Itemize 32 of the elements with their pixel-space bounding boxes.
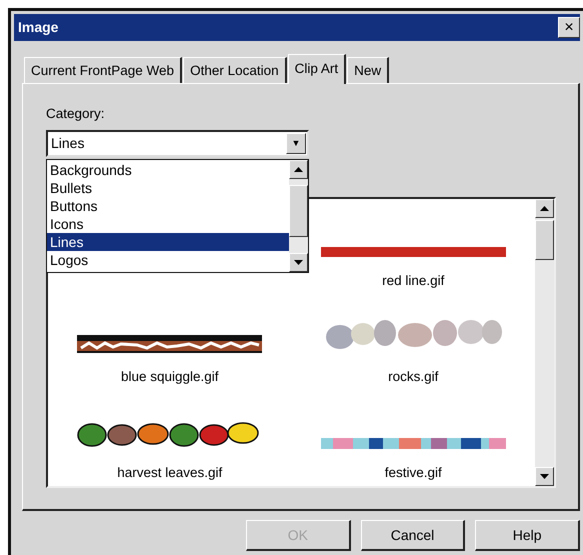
file-name[interactable]: rocks.gif bbox=[388, 367, 438, 388]
scroll-thumb[interactable] bbox=[535, 220, 554, 260]
close-button[interactable]: × bbox=[558, 17, 580, 38]
list-option[interactable]: Lines bbox=[47, 233, 289, 251]
category-label: Category: bbox=[46, 105, 106, 123]
category-list[interactable]: Backgrounds Bullets Buttons Icons Lines Logos bbox=[46, 159, 309, 273]
tab[interactable]: Current FrontPage Web bbox=[24, 57, 182, 83]
dropdown-arrow-button[interactable]: ▼ bbox=[286, 133, 306, 154]
tab[interactable]: Clip Art bbox=[288, 54, 346, 84]
category-dropdown[interactable]: Lines ▼ bbox=[46, 130, 309, 158]
file-name[interactable]: red line.gif bbox=[382, 271, 444, 292]
tab[interactable]: Other Location bbox=[183, 57, 287, 83]
list-option[interactable]: Logos bbox=[47, 251, 289, 269]
dialog-button[interactable]: Help bbox=[475, 520, 580, 551]
scrollbar[interactable] bbox=[289, 160, 308, 272]
dropdown-value: Lines bbox=[51, 134, 84, 154]
file-name[interactable]: festive.gif bbox=[384, 463, 442, 484]
list-option[interactable]: Bullets bbox=[47, 179, 289, 197]
scroll-down-icon[interactable] bbox=[294, 260, 303, 265]
scrollbar[interactable] bbox=[535, 199, 554, 486]
window-title: Image bbox=[18, 18, 58, 37]
scroll-thumb[interactable] bbox=[289, 185, 308, 237]
file-name[interactable]: harvest leaves.gif bbox=[117, 463, 222, 484]
scroll-up-icon[interactable] bbox=[540, 206, 549, 212]
tab[interactable]: New bbox=[347, 57, 390, 83]
scroll-up-icon[interactable] bbox=[294, 167, 303, 172]
list-option[interactable]: Backgrounds bbox=[47, 161, 289, 179]
list-option[interactable]: Buttons bbox=[47, 197, 289, 215]
list-option[interactable]: Icons bbox=[47, 215, 289, 233]
file-name[interactable]: blue squiggle.gif bbox=[120, 367, 219, 388]
dialog-button[interactable]: Cancel bbox=[360, 520, 466, 551]
scroll-down-icon[interactable] bbox=[540, 474, 549, 480]
